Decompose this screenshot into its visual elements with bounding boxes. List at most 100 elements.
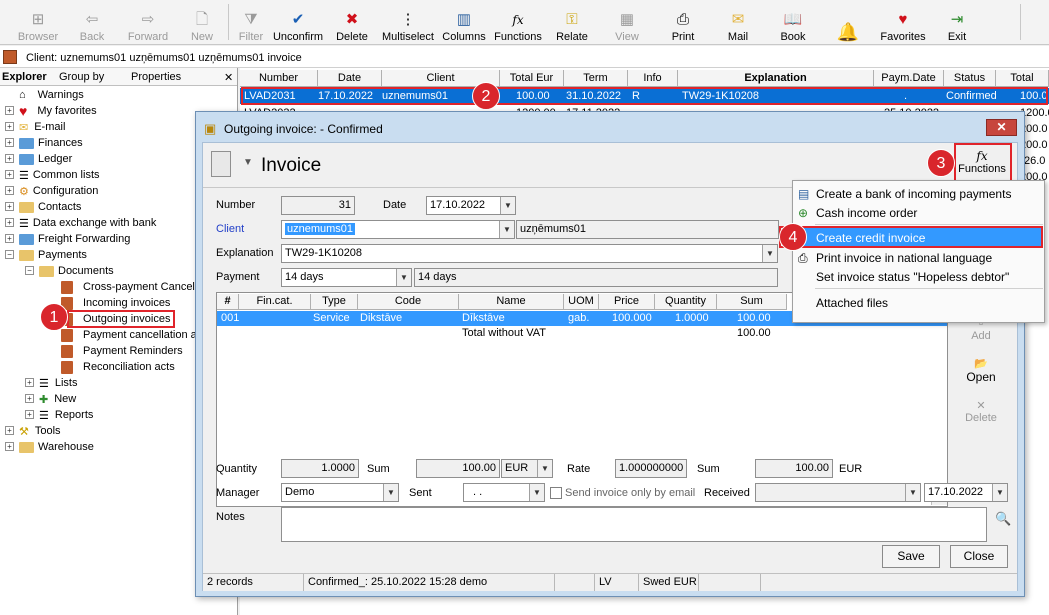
view-button[interactable]: ▦ View (612, 2, 642, 43)
chevron-down-icon[interactable]: ▼ (500, 197, 515, 214)
close-icon[interactable]: ✕ (224, 71, 233, 84)
collapse-icon[interactable]: − (25, 266, 34, 275)
chevron-down-icon[interactable]: ▼ (243, 157, 253, 168)
chevron-down-icon[interactable]: ▼ (383, 484, 398, 501)
chevron-down-icon[interactable]: ▼ (762, 245, 777, 262)
expand-icon[interactable]: + (5, 138, 14, 147)
received-date-field[interactable]: 17.10.2022 ▼ (924, 483, 1008, 502)
close-button[interactable]: Close (950, 545, 1008, 568)
tree-item-reports[interactable]: ☰ Reports (39, 407, 93, 423)
tree-item-documents[interactable]: Documents (39, 263, 114, 279)
explanation-field[interactable]: TW29-1K10208 ▼ (281, 244, 778, 263)
expand-icon[interactable]: + (25, 410, 34, 419)
favorites-button[interactable]: ♥ Favorites (878, 2, 928, 43)
forward-button[interactable]: ⇨ Forward (124, 2, 172, 43)
exit-button[interactable]: ⇥ Exit (944, 2, 970, 43)
tree-item-warnings[interactable]: ⌂ Warnings (19, 87, 84, 103)
col-total-eur[interactable]: Total Eur (500, 70, 564, 87)
expand-icon[interactable]: + (5, 218, 14, 227)
tab-properties[interactable]: Properties (131, 71, 181, 83)
tree-item-reconciliation-acts[interactable]: Reconciliation acts (61, 359, 175, 375)
menu-item-print-national-language[interactable]: ⎙ Print invoice in national language (794, 248, 1043, 267)
items-col-index[interactable]: # (217, 294, 239, 310)
tree-item-freight-forwarding[interactable]: Freight Forwarding (19, 231, 130, 247)
currency-select[interactable]: EUR ▼ (501, 459, 553, 478)
items-col-quantity[interactable]: Quantity (655, 294, 717, 310)
collapse-icon[interactable]: − (5, 250, 14, 259)
tree-item-incoming-invoices[interactable]: Incoming invoices (61, 295, 170, 311)
tree-item-payments[interactable]: Payments (19, 247, 87, 263)
tree-item-ledger[interactable]: Ledger (19, 151, 72, 167)
tab-explorer[interactable]: Explorer (2, 71, 47, 83)
tree-item-payment-reminders[interactable]: Payment Reminders (61, 343, 183, 359)
tree-item-email[interactable]: ✉ E-mail (19, 119, 65, 135)
expand-icon[interactable]: + (5, 170, 14, 179)
columns-button[interactable]: ▥ Columns (442, 2, 486, 43)
close-window-icon[interactable]: ✕ (986, 119, 1017, 136)
items-col-price[interactable]: Price (599, 294, 655, 310)
tree-item-my-favorites[interactable]: ♥ My favorites (19, 103, 97, 119)
expand-icon[interactable]: + (5, 234, 14, 243)
menu-item-attached-files[interactable]: Attached files (794, 293, 1043, 312)
tree-item-payment-cancellation[interactable]: Payment cancellation a (61, 327, 197, 343)
manager-select[interactable]: Demo ▼ (281, 483, 399, 502)
payment-terms-select[interactable]: 14 days ▼ (281, 268, 412, 287)
expand-icon[interactable]: + (5, 426, 14, 435)
tree-item-common-lists[interactable]: ☰ Common lists (19, 167, 100, 183)
chevron-down-icon[interactable]: ▼ (992, 484, 1007, 501)
chevron-down-icon[interactable]: ▼ (499, 221, 514, 238)
client-name-field[interactable]: uzņēmums01 (516, 220, 779, 239)
delete-item-button[interactable]: ✕ Delete (958, 399, 1004, 431)
chevron-down-icon[interactable]: ▼ (537, 460, 552, 477)
expand-icon[interactable]: + (5, 106, 14, 115)
items-col-code[interactable]: Code (358, 294, 459, 310)
tab-group-by[interactable]: Group by (59, 71, 104, 83)
tree-item-data-exchange[interactable]: ☰ Data exchange with bank (19, 215, 156, 231)
expand-icon[interactable]: + (5, 186, 14, 195)
expand-icon[interactable]: + (5, 442, 14, 451)
mail-button[interactable]: ✉ Mail (724, 2, 752, 43)
date-field[interactable]: 17.10.2022 ▼ (426, 196, 516, 215)
col-status[interactable]: Status (944, 70, 996, 87)
back-button[interactable]: ⇦ Back (70, 2, 114, 43)
col-term[interactable]: Term (564, 70, 628, 87)
menu-item-hopeless-debtor[interactable]: Set invoice status "Hopeless debtor" (794, 267, 1043, 286)
send-email-checkbox[interactable] (550, 487, 562, 499)
browser-button[interactable]: ⊞ Browser (14, 2, 62, 43)
notes-field[interactable] (281, 507, 987, 542)
book-button[interactable]: 📖 Book (778, 2, 808, 43)
chevron-down-icon[interactable]: ▼ (529, 484, 544, 501)
expand-icon[interactable]: + (25, 378, 34, 387)
notifications-button[interactable]: 🔔 (836, 2, 860, 43)
multiselect-button[interactable]: ⋮ Multiselect (382, 2, 434, 43)
expand-icon[interactable]: + (5, 202, 14, 211)
new-button[interactable]: 🗋 New (186, 2, 218, 43)
chevron-down-icon[interactable]: ▼ (396, 269, 411, 286)
tree-item-cross-payment[interactable]: Cross-payment Cancella (61, 279, 203, 295)
chevron-down-icon[interactable]: ▼ (905, 484, 920, 501)
sent-date-field[interactable]: . . ▼ (463, 483, 545, 502)
expand-icon[interactable]: + (5, 122, 14, 131)
delete-button[interactable]: ✖ Delete (334, 2, 370, 43)
open-item-button[interactable]: 📂 Open (958, 357, 1004, 389)
tree-item-tools[interactable]: ⚒ Tools (19, 423, 61, 439)
col-paym-date[interactable]: Paym.Date (874, 70, 944, 87)
menu-item-cash-income-order[interactable]: ⊕ Cash income order (794, 203, 1043, 222)
tree-item-finances[interactable]: Finances (19, 135, 83, 151)
col-info[interactable]: Info (628, 70, 678, 87)
col-total[interactable]: Total (996, 70, 1049, 87)
tree-item-new[interactable]: ✚ New (39, 391, 76, 407)
filter-button[interactable]: ⧩ Filter (236, 2, 266, 43)
save-button[interactable]: Save (882, 545, 940, 568)
print-button[interactable]: ⎙ Print (668, 2, 698, 43)
col-date[interactable]: Date (318, 70, 382, 87)
col-explanation[interactable]: Explanation (678, 70, 874, 87)
items-col-fin-cat[interactable]: Fin.cat. (239, 294, 311, 310)
client-label[interactable]: Client (216, 223, 244, 235)
items-col-type[interactable]: Type (311, 294, 358, 310)
expand-icon[interactable]: + (25, 394, 34, 403)
tree-item-contacts[interactable]: Contacts (19, 199, 81, 215)
items-col-name[interactable]: Name (459, 294, 564, 310)
tree-item-lists[interactable]: ☰ Lists (39, 375, 78, 391)
items-col-uom[interactable]: UOM (564, 294, 599, 310)
